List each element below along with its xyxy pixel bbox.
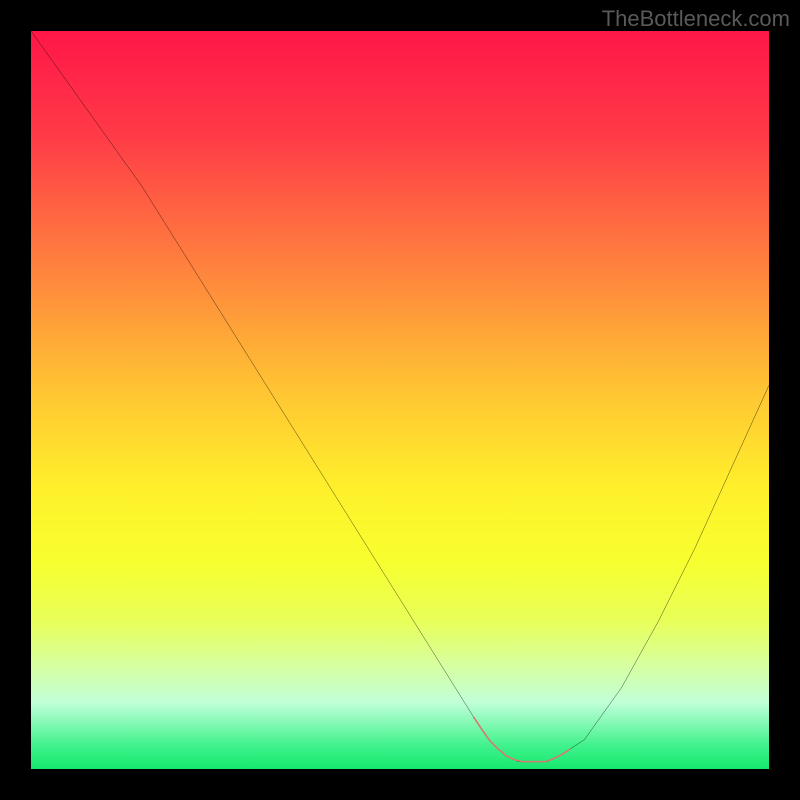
watermark-text: TheBottleneck.com <box>602 6 790 32</box>
bottleneck-curve <box>31 31 769 762</box>
band-marker <box>474 717 570 761</box>
plot-area <box>31 31 769 769</box>
curve-layer <box>31 31 769 769</box>
